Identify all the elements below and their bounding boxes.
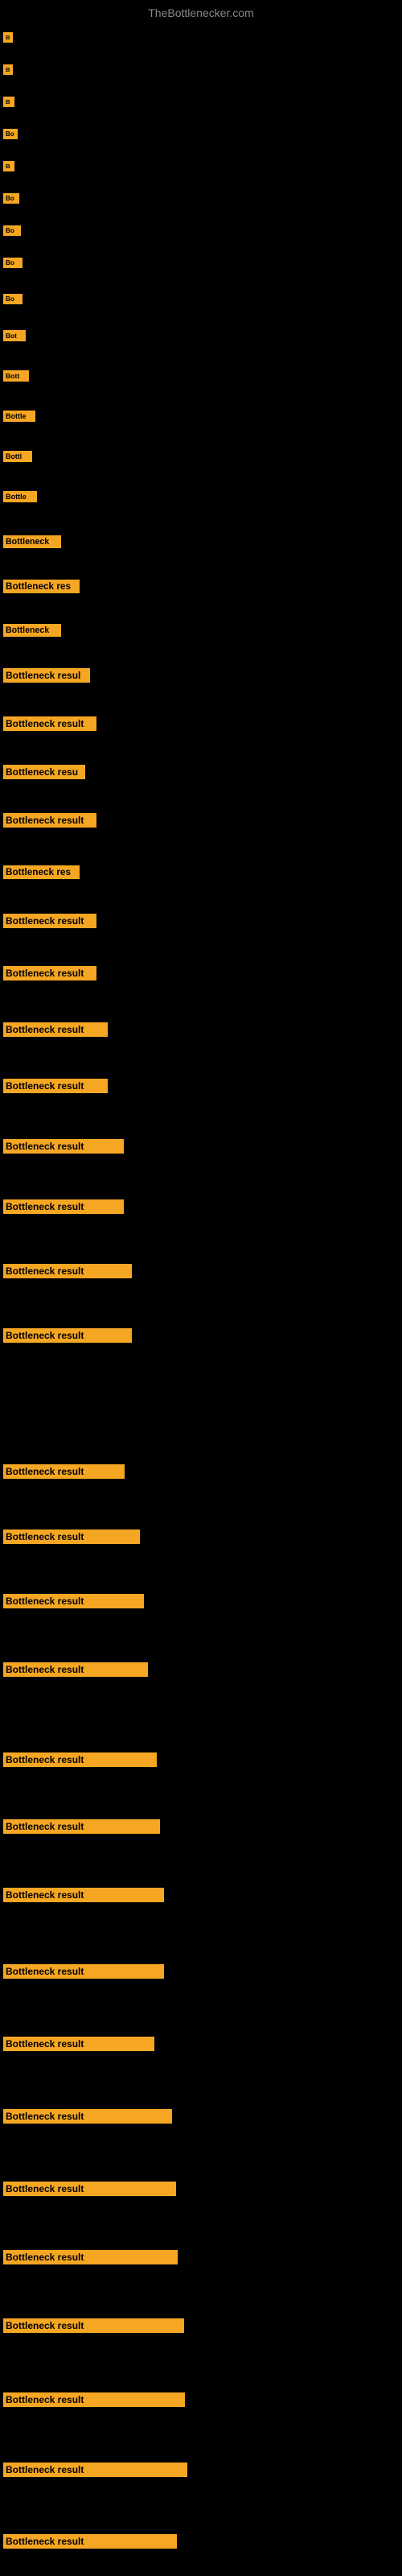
bottleneck-label-23: Bottleneck result — [3, 914, 96, 928]
bottleneck-label-19: Bottleneck result — [3, 716, 96, 731]
bottleneck-item-43: Bottleneck result — [3, 2318, 184, 2337]
bottleneck-label-24: Bottleneck result — [3, 966, 96, 980]
bottleneck-item-30: Bottleneck result — [3, 1328, 132, 1347]
bottleneck-item-44: Bottleneck result — [3, 2392, 185, 2411]
bottleneck-label-8: Bo — [3, 258, 23, 268]
bottleneck-label-9: Bo — [3, 294, 23, 304]
bottleneck-label-30: Bottleneck result — [3, 1328, 132, 1343]
bottleneck-label-25: Bottleneck result — [3, 1022, 108, 1037]
bottleneck-label-6: Bo — [3, 193, 19, 204]
bottleneck-label-14: Bottle — [3, 491, 37, 502]
bottleneck-item-45: Bottleneck result — [3, 2462, 187, 2481]
bottleneck-item-21: Bottleneck result — [3, 813, 96, 832]
bottleneck-label-45: Bottleneck result — [3, 2462, 187, 2477]
bottleneck-label-15: Bottleneck — [3, 535, 61, 548]
bottleneck-item-41: Bottleneck result — [3, 2182, 176, 2200]
bottleneck-label-7: Bo — [3, 225, 21, 236]
bottleneck-item-26: Bottleneck result — [3, 1079, 108, 1097]
bottleneck-item-17: Bottleneck — [3, 624, 61, 641]
bottleneck-item-1: B — [3, 32, 13, 47]
bottleneck-item-18: Bottleneck resul — [3, 668, 90, 687]
bottleneck-label-43: Bottleneck result — [3, 2318, 184, 2333]
bottleneck-label-22: Bottleneck res — [3, 865, 80, 879]
bottleneck-item-10: Bot — [3, 330, 26, 345]
bottleneck-label-31: Bottleneck result — [3, 1464, 125, 1479]
bottleneck-label-27: Bottleneck result — [3, 1139, 124, 1154]
bottleneck-item-29: Bottleneck result — [3, 1264, 132, 1282]
bottleneck-item-2: B — [3, 64, 13, 79]
bottleneck-item-8: Bo — [3, 258, 23, 272]
bottleneck-label-2: B — [3, 64, 13, 75]
site-title: TheBottlenecker.com — [0, 0, 402, 23]
bottleneck-label-1: B — [3, 32, 13, 43]
bottleneck-label-36: Bottleneck result — [3, 1819, 160, 1834]
bottleneck-label-12: Bottle — [3, 411, 35, 422]
bottleneck-label-46: Bottleneck result — [3, 2534, 177, 2549]
bottleneck-item-37: Bottleneck result — [3, 1888, 164, 1906]
bottleneck-label-4: Bo — [3, 129, 18, 139]
bottleneck-item-24: Bottleneck result — [3, 966, 96, 985]
bottleneck-item-5: B — [3, 161, 14, 175]
bottleneck-item-20: Bottleneck resu — [3, 765, 85, 783]
bottleneck-label-16: Bottleneck res — [3, 580, 80, 593]
bottleneck-item-9: Bo — [3, 294, 23, 308]
bottleneck-label-3: B — [3, 97, 14, 107]
bottleneck-item-13: Bottl — [3, 451, 32, 466]
bottleneck-item-34: Bottleneck result — [3, 1662, 148, 1681]
bottleneck-item-3: B — [3, 97, 14, 111]
bottleneck-label-38: Bottleneck result — [3, 1964, 164, 1979]
bottleneck-label-32: Bottleneck result — [3, 1530, 140, 1544]
bottleneck-label-41: Bottleneck result — [3, 2182, 176, 2196]
bottleneck-item-33: Bottleneck result — [3, 1594, 144, 1612]
bottleneck-label-11: Bott — [3, 370, 29, 382]
bottleneck-label-40: Bottleneck result — [3, 2109, 172, 2124]
bottleneck-item-16: Bottleneck res — [3, 580, 80, 597]
bottleneck-label-17: Bottleneck — [3, 624, 61, 637]
bottleneck-label-29: Bottleneck result — [3, 1264, 132, 1278]
bottleneck-item-39: Bottleneck result — [3, 2037, 154, 2055]
bottleneck-item-19: Bottleneck result — [3, 716, 96, 735]
bottleneck-item-11: Bott — [3, 370, 29, 386]
bottleneck-item-36: Bottleneck result — [3, 1819, 160, 1838]
bottleneck-label-33: Bottleneck result — [3, 1594, 144, 1608]
bottleneck-item-23: Bottleneck result — [3, 914, 96, 932]
bottleneck-item-31: Bottleneck result — [3, 1464, 125, 1483]
bottleneck-item-14: Bottle — [3, 491, 37, 506]
bottleneck-item-35: Bottleneck result — [3, 1752, 157, 1771]
bottleneck-label-35: Bottleneck result — [3, 1752, 157, 1767]
bottleneck-label-28: Bottleneck result — [3, 1199, 124, 1214]
bottleneck-item-28: Bottleneck result — [3, 1199, 124, 1218]
bottleneck-item-32: Bottleneck result — [3, 1530, 140, 1548]
bottleneck-item-27: Bottleneck result — [3, 1139, 124, 1158]
bottleneck-item-42: Bottleneck result — [3, 2250, 178, 2268]
bottleneck-item-40: Bottleneck result — [3, 2109, 172, 2128]
bottleneck-item-12: Bottle — [3, 411, 35, 426]
bottleneck-item-46: Bottleneck result — [3, 2534, 177, 2553]
bottleneck-label-10: Bot — [3, 330, 26, 341]
bottleneck-item-38: Bottleneck result — [3, 1964, 164, 1983]
bottleneck-label-5: B — [3, 161, 14, 171]
bottleneck-item-22: Bottleneck res — [3, 865, 80, 883]
bottleneck-label-18: Bottleneck resul — [3, 668, 90, 683]
bottleneck-label-37: Bottleneck result — [3, 1888, 164, 1902]
bottleneck-item-15: Bottleneck — [3, 535, 61, 552]
bottleneck-label-44: Bottleneck result — [3, 2392, 185, 2407]
bottleneck-item-25: Bottleneck result — [3, 1022, 108, 1041]
bottleneck-item-6: Bo — [3, 193, 19, 208]
bottleneck-item-7: Bo — [3, 225, 21, 240]
bottleneck-label-20: Bottleneck resu — [3, 765, 85, 779]
bottleneck-label-13: Bottl — [3, 451, 32, 462]
bottleneck-label-42: Bottleneck result — [3, 2250, 178, 2264]
main-container: TheBottlenecker.com B B B Bo B Bo Bo Bo Bo Bot Bot… — [0, 0, 402, 2576]
bottleneck-label-21: Bottleneck result — [3, 813, 96, 828]
bottleneck-item-4: Bo — [3, 129, 18, 143]
bottleneck-label-34: Bottleneck result — [3, 1662, 148, 1677]
bottleneck-label-26: Bottleneck result — [3, 1079, 108, 1093]
bottleneck-label-39: Bottleneck result — [3, 2037, 154, 2051]
